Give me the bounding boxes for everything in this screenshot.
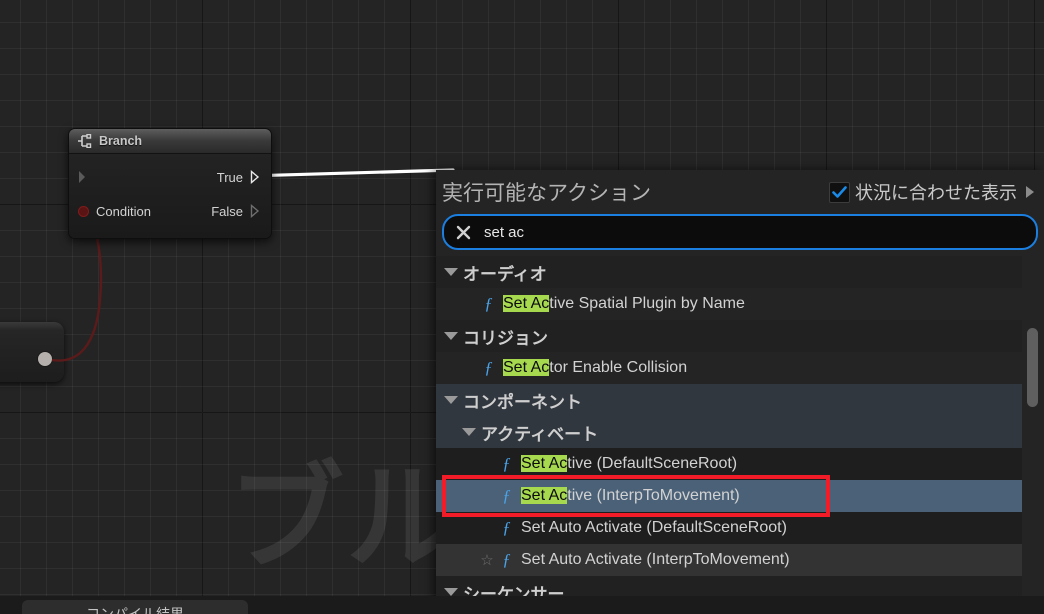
chevron-down-icon[interactable]: [444, 332, 458, 340]
branch-node-body: True Condition False: [69, 154, 271, 238]
branch-icon: [78, 134, 92, 148]
chevron-down-icon[interactable]: [444, 396, 458, 404]
condition-bool-pin[interactable]: [78, 205, 89, 217]
exec-wire: [248, 168, 455, 178]
branch-condition-row: Condition False: [69, 194, 271, 228]
function-icon: ƒ: [502, 454, 511, 473]
exec-out-false-pin[interactable]: [250, 204, 262, 218]
branch-node-titlebar[interactable]: Branch: [69, 129, 271, 154]
action-item-label: Set Active (InterpToMovement): [521, 487, 740, 504]
action-list[interactable]: オーディオ ƒ Set Active Spatial Plugin by Name コ…: [436, 256, 1044, 614]
action-category-row[interactable]: コンポーネント: [436, 384, 1044, 416]
scrollbar-thumb[interactable]: [1027, 328, 1038, 407]
chevron-down-icon[interactable]: [444, 588, 458, 596]
action-item-row[interactable]: ƒ Set Active Spatial Plugin by Name: [436, 288, 1044, 320]
branch-exec-row: True: [69, 160, 271, 194]
compile-results-tab[interactable]: コンパイル結果: [22, 600, 248, 614]
branch-node[interactable]: Branch True Condition False: [68, 128, 272, 239]
action-item-label: Set Active (DefaultSceneRoot): [521, 455, 738, 472]
action-item-row[interactable]: ƒ Set Active (InterpToMovement): [436, 480, 1044, 512]
action-item-label: Set Active Spatial Plugin by Name: [503, 295, 745, 312]
blueprint-editor-screen: ブルー Branch True Condition False 実行可能なアクシ…: [0, 0, 1044, 614]
context-sensitive-checkbox[interactable]: [829, 181, 850, 203]
branch-condition-label: Condition: [96, 203, 151, 219]
action-category-row[interactable]: オーディオ: [436, 256, 1044, 288]
action-item-row[interactable]: ƒ Set Actor Enable Collision: [436, 352, 1044, 384]
exec-out-true-pin[interactable]: [250, 170, 262, 184]
action-item-row[interactable]: ƒ Set Active (DefaultSceneRoot): [436, 448, 1044, 480]
action-item-label: Set Auto Activate (DefaultSceneRoot): [521, 519, 787, 536]
action-list-scrollbar[interactable]: [1022, 256, 1044, 614]
function-icon: ƒ: [502, 518, 511, 537]
action-menu-header: 実行可能なアクション 状況に合わせた表示: [436, 170, 1044, 214]
action-category-label: アクティベート: [481, 424, 599, 444]
action-category-label: オーディオ: [463, 264, 547, 284]
branch-true-label: True: [216, 169, 243, 185]
favorite-star-icon[interactable]: ☆: [480, 551, 494, 569]
action-menu-title: 実行可能なアクション: [442, 182, 651, 205]
offscreen-node[interactable]: [0, 322, 64, 382]
action-category-row[interactable]: コリジョン: [436, 320, 1044, 352]
chevron-down-icon[interactable]: [444, 268, 458, 276]
action-item-label: Set Actor Enable Collision: [503, 359, 688, 376]
action-category-label: コンポーネント: [463, 392, 582, 412]
action-rows-host: オーディオ ƒ Set Active Spatial Plugin by Name コ…: [436, 256, 1044, 608]
close-icon[interactable]: [456, 225, 471, 240]
action-item-row[interactable]: ƒ Set Auto Activate (DefaultSceneRoot): [436, 512, 1044, 544]
executable-actions-menu[interactable]: 実行可能なアクション 状況に合わせた表示 オーディオƒSet Active: [436, 170, 1044, 614]
exec-in-pin[interactable]: [78, 170, 90, 184]
context-sensitive-label: 状況に合わせた表示: [855, 183, 1017, 203]
action-category-row[interactable]: アクティベート: [436, 416, 1044, 448]
function-icon: ƒ: [484, 358, 493, 377]
bottom-bar: コンパイル結果: [0, 596, 1044, 614]
branch-node-title: Branch: [99, 134, 143, 148]
offscreen-node-bool-pin[interactable]: [38, 352, 52, 366]
checkmark-icon: [832, 185, 847, 198]
search-input[interactable]: [484, 223, 1024, 241]
function-icon: ƒ: [502, 486, 511, 505]
function-icon: ƒ: [502, 550, 511, 569]
action-category-label: コリジョン: [463, 328, 548, 348]
function-icon: ƒ: [484, 294, 493, 313]
context-sensitive-toggle[interactable]: 状況に合わせた表示: [829, 179, 1034, 205]
chevron-down-icon[interactable]: [462, 428, 476, 436]
branch-false-label: False: [211, 203, 243, 219]
action-item-label: Set Auto Activate (InterpToMovement): [521, 551, 790, 568]
action-item-row[interactable]: ☆ ƒ Set Auto Activate (InterpToMovement): [436, 544, 1044, 576]
chevron-right-icon[interactable]: [1026, 186, 1034, 198]
compile-results-tab-label: コンパイル結果: [86, 606, 184, 614]
action-search-field[interactable]: [442, 214, 1038, 250]
